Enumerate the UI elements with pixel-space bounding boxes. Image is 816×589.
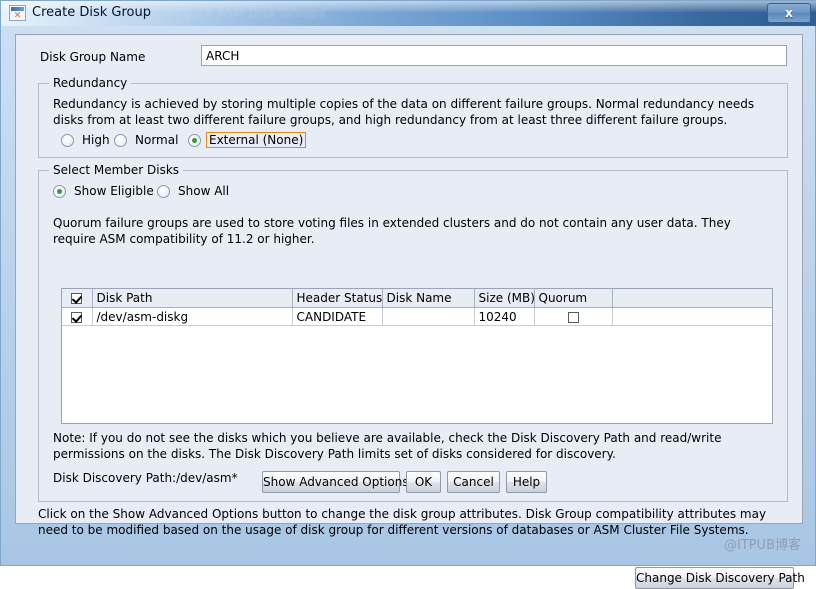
row-select-cell[interactable] <box>62 308 92 326</box>
change-disk-discovery-path-button[interactable]: Change Disk Discovery Path <box>635 567 794 589</box>
disk-group-name-input[interactable] <box>201 45 787 66</box>
quorum-note: Quorum failure groups are used to store … <box>53 215 745 247</box>
select-member-disks-legend: Select Member Disks <box>49 163 183 177</box>
table-row[interactable]: /dev/asm-diskg CANDIDATE 10240 <box>62 308 772 326</box>
disk-discovery-note: Note: If you do not see the disks which … <box>53 430 773 462</box>
row-select-checkbox[interactable] <box>71 312 82 323</box>
disk-group-name-label: Disk Group Name <box>40 50 145 64</box>
redundancy-option-high-label: High <box>79 132 113 148</box>
ok-button[interactable]: OK <box>406 471 441 493</box>
cell-size-mb: 10240 <box>474 308 534 326</box>
help-button[interactable]: Help <box>506 471 547 493</box>
quorum-checkbox[interactable] <box>568 312 579 323</box>
column-size-mb[interactable]: Size (MB) <box>474 289 534 308</box>
redundancy-option-external[interactable]: External (None) <box>188 132 306 148</box>
cell-filler <box>612 308 772 326</box>
redundancy-option-normal-label: Normal <box>132 132 181 148</box>
member-disks-table-container[interactable]: Disk Path Header Status Disk Name Size (… <box>61 288 773 424</box>
column-disk-path[interactable]: Disk Path <box>92 289 292 308</box>
radio-show-all-icon[interactable] <box>157 185 170 198</box>
filter-option-show-eligible[interactable]: Show Eligible <box>53 183 157 199</box>
background-window-title: Configure ASM Disk Groups <box>151 6 325 20</box>
radio-normal-icon[interactable] <box>114 134 127 147</box>
filter-option-show-all-label: Show All <box>175 183 232 199</box>
select-member-disks-group: Select Member Disks Show Eligible Show A… <box>38 170 788 502</box>
cancel-button[interactable]: Cancel <box>447 471 500 493</box>
redundancy-group: Redundancy Redundancy is achieved by sto… <box>38 83 788 158</box>
cell-disk-path: /dev/asm-diskg <box>92 308 292 326</box>
disk-discovery-path-label: Disk Discovery Path:/dev/asm* <box>53 471 238 485</box>
column-quorum[interactable]: Quorum <box>534 289 612 308</box>
window-title: Create Disk Group <box>32 5 151 20</box>
close-button[interactable]: x <box>767 3 811 23</box>
filter-option-show-all[interactable]: Show All <box>157 183 232 199</box>
column-select-all[interactable] <box>62 289 92 308</box>
table-header-row: Disk Path Header Status Disk Name Size (… <box>62 289 772 308</box>
redundancy-option-normal[interactable]: Normal <box>114 132 181 148</box>
redundancy-option-external-label: External (None) <box>206 132 306 148</box>
member-disks-table: Disk Path Header Status Disk Name Size (… <box>62 289 772 326</box>
create-disk-group-window: Configure ASM Disk Groups ✕ Create Disk … <box>0 0 816 566</box>
radio-external-icon[interactable] <box>188 134 201 147</box>
radio-high-icon[interactable] <box>61 134 74 147</box>
cell-quorum[interactable] <box>534 308 612 326</box>
column-disk-name[interactable]: Disk Name <box>382 289 474 308</box>
column-filler <box>612 289 772 308</box>
title-bar: Configure ASM Disk Groups ✕ Create Disk … <box>1 1 816 26</box>
watermark: @ITPUB博客 <box>724 534 801 553</box>
column-header-status[interactable]: Header Status <box>292 289 382 308</box>
redundancy-legend: Redundancy <box>49 76 131 90</box>
asm-window-icon: ✕ <box>9 5 26 21</box>
icon-glyph: ✕ <box>12 12 23 20</box>
filter-option-show-eligible-label: Show Eligible <box>71 183 157 199</box>
redundancy-description: Redundancy is achieved by storing multip… <box>53 96 773 128</box>
select-all-checkbox[interactable] <box>71 293 82 304</box>
radio-show-eligible-icon[interactable] <box>53 185 66 198</box>
cell-disk-name <box>382 308 474 326</box>
advanced-options-note: Click on the Show Advanced Options butto… <box>38 506 790 538</box>
cell-header-status: CANDIDATE <box>292 308 382 326</box>
dialog-body: Disk Group Name Redundancy Redundancy is… <box>15 34 803 524</box>
redundancy-option-high[interactable]: High <box>61 132 113 148</box>
show-advanced-options-button[interactable]: Show Advanced Options <box>262 471 400 493</box>
